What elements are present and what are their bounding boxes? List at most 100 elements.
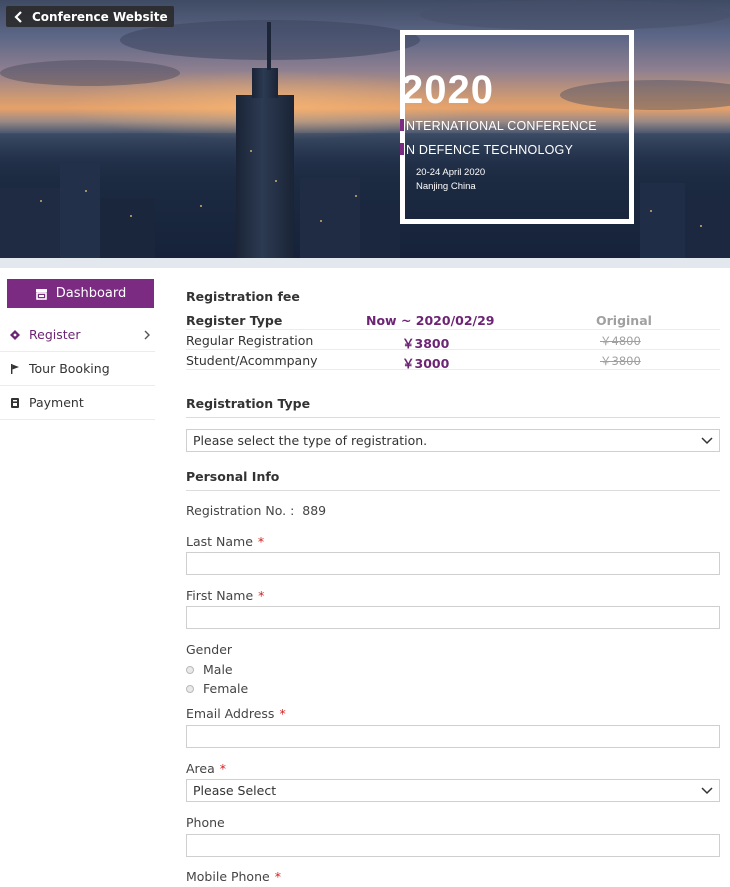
fee-table-header: Register Type Now ~ 2020/02/29 Original: [186, 310, 720, 330]
personal-info-title: Personal Info: [186, 469, 280, 484]
required-mark: *: [258, 588, 265, 603]
conference-year: 2020: [401, 68, 494, 112]
email-field[interactable]: [186, 725, 720, 748]
first-name-field[interactable]: [186, 606, 720, 629]
sidebar-item-label: Register: [29, 327, 81, 342]
first-name-label-text: First Name: [186, 588, 254, 603]
section-divider: [186, 417, 720, 418]
city-light: [320, 220, 322, 222]
building: [0, 188, 60, 258]
chevron-left-icon: [14, 10, 22, 23]
antenna: [267, 22, 271, 70]
city-light: [700, 225, 702, 227]
last-name-label-text: Last Name: [186, 534, 253, 549]
cloud: [420, 0, 730, 30]
phone-field[interactable]: [186, 834, 720, 857]
mobile-phone-label: Mobile Phone *: [186, 869, 281, 884]
table-row: Regular Registration ￥3800 ￥4800: [186, 330, 720, 351]
city-light: [275, 180, 277, 182]
city-light: [40, 200, 42, 202]
sidebar-item-tour-booking[interactable]: Tour Booking: [0, 352, 155, 386]
required-mark: *: [257, 534, 265, 549]
city-light: [85, 190, 87, 192]
area-select[interactable]: Please Select: [186, 779, 720, 802]
header-original-price: Original: [596, 313, 652, 328]
store-icon: [35, 288, 47, 300]
radio-button[interactable]: [186, 665, 194, 674]
fee-now-price: ￥3000: [402, 356, 450, 371]
registration-fee-title: Registration fee: [186, 289, 300, 304]
city-light: [355, 195, 357, 197]
email-label-text: Email Address: [186, 706, 275, 721]
mobile-phone-label-text: Mobile Phone: [186, 869, 270, 884]
conference-title-line2: N DEFENCE TECHNOLOGY: [400, 143, 573, 157]
conference-title-text: NTERNATIONAL CONFERENCE: [406, 119, 597, 133]
flag-icon: [11, 363, 19, 374]
fee-type: Regular Registration: [186, 333, 314, 348]
banner-bottom-band: [0, 258, 730, 268]
skyscraper-top: [252, 68, 278, 98]
fee-type: Student/Acommpany: [186, 353, 318, 368]
fee-original-price: ￥3800: [600, 354, 641, 368]
cloud: [0, 60, 180, 86]
conference-subtitle-text: N DEFENCE TECHNOLOGY: [406, 143, 573, 157]
first-name-label: First Name *: [186, 588, 264, 603]
registration-number-label: Registration No. :: [186, 503, 295, 518]
required-mark: *: [219, 761, 227, 776]
radio-label: Male: [203, 662, 233, 677]
sidebar-item-register[interactable]: Register: [0, 318, 155, 352]
chevron-right-icon: [144, 330, 150, 340]
back-button-label: Conference Website: [32, 9, 168, 24]
city-light: [200, 205, 202, 207]
wallet-icon: [11, 397, 19, 408]
city-light: [650, 210, 652, 212]
gender-option-female[interactable]: Female: [186, 681, 248, 696]
back-to-website-button[interactable]: Conference Website: [6, 6, 174, 27]
sidebar-item-label: Tour Booking: [29, 361, 110, 376]
email-label: Email Address *: [186, 706, 286, 721]
hero-banner: 2020 NTERNATIONAL CONFERENCE N DEFENCE T…: [0, 0, 730, 258]
gender-label: Gender: [186, 642, 233, 657]
sidebar-item-label: Payment: [29, 395, 84, 410]
conference-dates: 20-24 April 2020: [416, 167, 486, 178]
building: [60, 163, 100, 258]
radio-button[interactable]: [186, 684, 194, 693]
registration-type-value: Please select the type of registration.: [193, 433, 428, 448]
registration-number-value: 889: [302, 503, 327, 518]
area-label: Area *: [186, 761, 226, 776]
table-row: Student/Acommpany ￥3000 ￥3800: [186, 350, 720, 371]
building: [360, 203, 400, 258]
building: [100, 198, 155, 258]
registration-type-title: Registration Type: [186, 396, 311, 411]
dashboard-label: Dashboard: [55, 286, 127, 301]
sidebar: Dashboard Register Tour Booking Payment: [0, 279, 155, 420]
gender-option-male[interactable]: Male: [186, 662, 233, 677]
section-divider: [186, 490, 720, 491]
last-name-field[interactable]: [186, 552, 720, 575]
header-now-price: Now ~ 2020/02/29: [366, 313, 495, 328]
phone-label: Phone: [186, 815, 225, 830]
last-name-label: Last Name *: [186, 534, 264, 549]
ticket-icon: [10, 329, 20, 340]
city-light: [130, 215, 132, 217]
building: [685, 198, 730, 258]
required-mark: *: [274, 869, 281, 884]
chevron-down-icon: [701, 787, 713, 795]
fee-table: Register Type Now ~ 2020/02/29 Original …: [186, 310, 720, 371]
skyscraper: [236, 95, 294, 258]
fee-original-price: ￥4800: [600, 334, 641, 348]
registration-type-select[interactable]: Please select the type of registration.: [186, 429, 720, 452]
dashboard-button[interactable]: Dashboard: [7, 279, 154, 308]
required-mark: *: [279, 706, 286, 721]
conference-place: Nanjing China: [416, 181, 476, 192]
accent-mark: [400, 143, 404, 155]
header-register-type: Register Type: [186, 313, 283, 328]
chevron-down-icon: [701, 437, 713, 445]
building: [300, 178, 360, 258]
area-select-value: Please Select: [193, 783, 277, 798]
city-light: [250, 150, 252, 152]
sidebar-item-payment[interactable]: Payment: [0, 386, 155, 420]
building: [640, 183, 685, 258]
accent-mark: [400, 119, 404, 131]
conference-title-line1: NTERNATIONAL CONFERENCE: [400, 119, 597, 133]
